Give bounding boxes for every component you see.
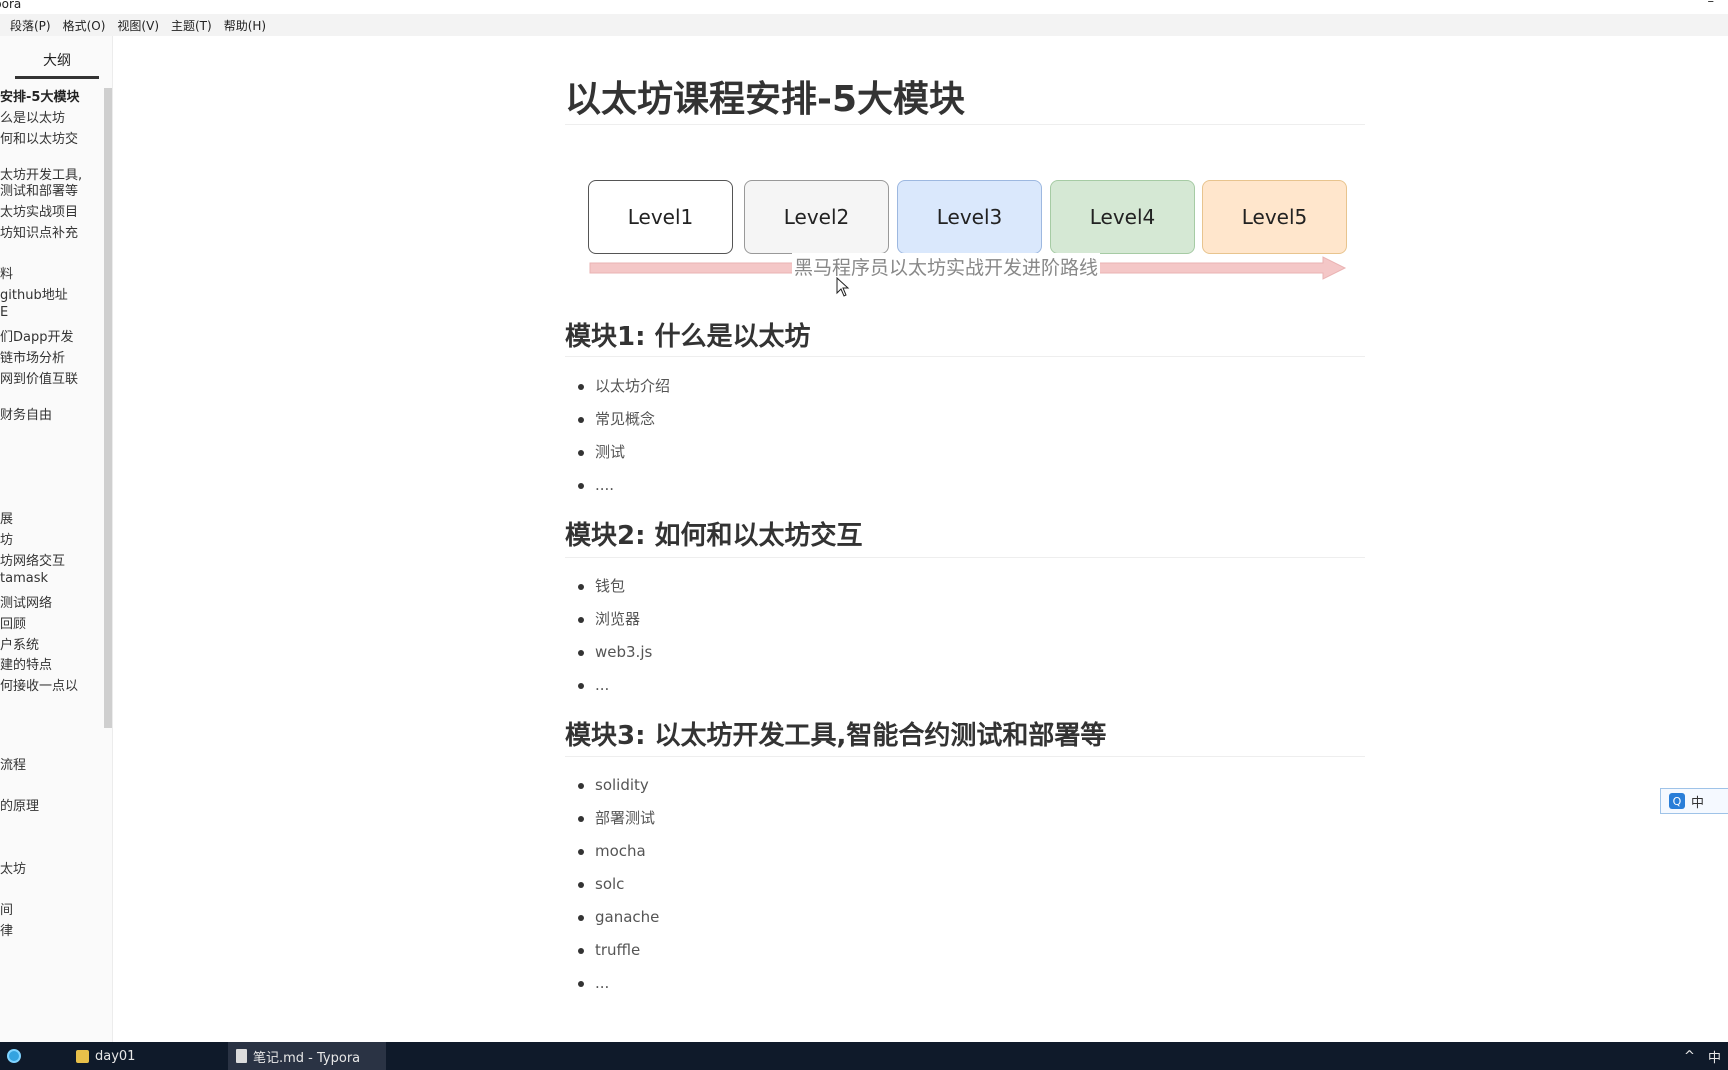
bullet-list: 以太坊介绍 常见概念 测试 .... <box>565 370 670 502</box>
outline-item[interactable]: 回顾 <box>0 613 26 632</box>
level-box: Level2 <box>744 180 889 254</box>
list-item: mocha <box>565 835 659 868</box>
list-item: web3.js <box>565 636 652 669</box>
outline-item[interactable]: tamask <box>0 571 48 586</box>
outline-item[interactable]: 么是以太坊 <box>0 107 65 126</box>
folder-icon <box>76 1049 89 1063</box>
menu-paragraph[interactable]: 段落(P) <box>10 17 51 34</box>
menu-view[interactable]: 视图(V) <box>117 17 159 34</box>
level-box: Level4 <box>1050 180 1195 254</box>
ime-toolbar[interactable]: Q 中 <box>1660 788 1728 814</box>
tab-outline[interactable]: 大纲 <box>15 50 99 70</box>
outline-item[interactable]: 间 <box>0 899 13 918</box>
outline-item[interactable]: 何接收一点以 <box>0 675 78 694</box>
outline-item[interactable]: 链市场分析 <box>0 347 65 366</box>
list-item: 常见概念 <box>565 403 670 436</box>
title-bar: pora – <box>0 0 1728 14</box>
heading-divider <box>565 557 1365 558</box>
list-item: 测试 <box>565 436 670 469</box>
sidebar-scrollbar[interactable] <box>104 88 112 728</box>
taskbar: day01 笔记.md - Typora ^ 中 <box>0 1042 1728 1070</box>
outline-item[interactable]: 安排-5大模块 <box>0 86 79 105</box>
list-item: 浏览器 <box>565 603 652 636</box>
outline-item[interactable]: 户系统 <box>0 634 39 653</box>
taskbar-item-day01[interactable]: day01 <box>76 1042 226 1070</box>
tab-indicator <box>15 76 99 79</box>
ime-mode[interactable]: 中 <box>1691 792 1704 811</box>
roadmap-caption: 黑马程序员以太坊实战开发进阶路线 <box>792 253 1101 280</box>
list-item: 以太坊介绍 <box>565 370 670 403</box>
page-title: 以太坊课程安排-5大模块 <box>565 79 965 120</box>
section-heading: 模块1: 什么是以太坊 <box>565 322 811 352</box>
taskbar-label: day01 <box>95 1048 136 1064</box>
outline-item[interactable]: 测试网络 <box>0 592 52 611</box>
taskbar-item-typora[interactable]: 笔记.md - Typora <box>228 1042 386 1070</box>
list-item: solidity <box>565 769 659 802</box>
outline-item[interactable]: 网到价值互联 <box>0 368 78 387</box>
window-title: pora <box>0 0 22 11</box>
outline-item[interactable]: 料 <box>0 263 13 282</box>
outline-item[interactable]: 们Dapp开发 <box>0 326 73 345</box>
level-box: Level1 <box>588 180 733 254</box>
section-heading: 模块2: 如何和以太坊交互 <box>565 521 863 551</box>
heading-divider <box>565 356 1365 357</box>
outline-item[interactable]: 坊知识点补充 <box>0 222 78 241</box>
menu-bar: 段落(P) 格式(O) 视图(V) 主题(T) 帮助(H) <box>0 14 1728 36</box>
list-item: ganache <box>565 901 659 934</box>
section-heading: 模块3: 以太坊开发工具,智能合约测试和部署等 <box>565 721 1107 751</box>
mouse-cursor-icon <box>836 277 850 297</box>
outline-item[interactable]: 的原理 <box>0 795 39 814</box>
outline-item[interactable]: 何和以太坊交 <box>0 128 78 147</box>
outline-sidebar: 大纲 安排-5大模块 么是以太坊 何和以太坊交 太坊开发工具, 测试和部署等 太坊实战项目… <box>0 36 113 1042</box>
menu-format[interactable]: 格式(O) <box>63 17 106 34</box>
menu-theme[interactable]: 主题(T) <box>171 17 212 34</box>
level-box: Level5 <box>1202 180 1347 254</box>
outline-item[interactable]: github地址 <box>0 284 68 303</box>
typora-icon <box>236 1049 247 1063</box>
app-icon[interactable] <box>0 1042 28 1070</box>
outline-item[interactable]: E <box>0 305 8 320</box>
tray-expand-icon[interactable]: ^ <box>1684 1042 1695 1070</box>
outline-item[interactable]: 坊网络交互 <box>0 550 65 569</box>
outline-item[interactable]: 建的特点 <box>0 654 52 673</box>
menu-help[interactable]: 帮助(H) <box>224 17 266 34</box>
title-divider <box>565 124 1365 125</box>
outline-item[interactable]: 坊 <box>0 529 13 548</box>
outline-item[interactable]: 律 <box>0 920 13 939</box>
tray-ime-mode[interactable]: 中 <box>1708 1042 1721 1070</box>
outline-item[interactable]: 太坊 <box>0 858 26 877</box>
taskbar-label: 笔记.md - Typora <box>253 1050 361 1066</box>
list-item: truffle <box>565 934 659 967</box>
outline-item[interactable]: 太坊实战项目 <box>0 201 78 220</box>
outline-item[interactable]: 展 <box>0 508 13 527</box>
list-item: 钱包 <box>565 570 652 603</box>
heading-divider <box>565 756 1365 757</box>
level-roadmap-figure: Level1 Level2 Level3 Level4 Level5 黑马程序员… <box>588 180 1348 285</box>
list-item: ... <box>565 967 659 1000</box>
bullet-list: 钱包 浏览器 web3.js ... <box>565 570 652 702</box>
outline-item[interactable]: 测试和部署等 <box>0 180 78 199</box>
bullet-list: solidity 部署测试 mocha solc ganache truffle… <box>565 769 659 1000</box>
minimize-button[interactable]: – <box>1708 0 1715 9</box>
level-box: Level3 <box>897 180 1042 254</box>
outline-item[interactable]: 流程 <box>0 754 26 773</box>
list-item: solc <box>565 868 659 901</box>
list-item: ... <box>565 669 652 702</box>
ime-logo-icon: Q <box>1669 793 1685 809</box>
outline-item[interactable]: 财务自由 <box>0 404 52 423</box>
list-item: 部署测试 <box>565 802 659 835</box>
browser-icon <box>7 1049 21 1063</box>
list-item: .... <box>565 469 670 502</box>
